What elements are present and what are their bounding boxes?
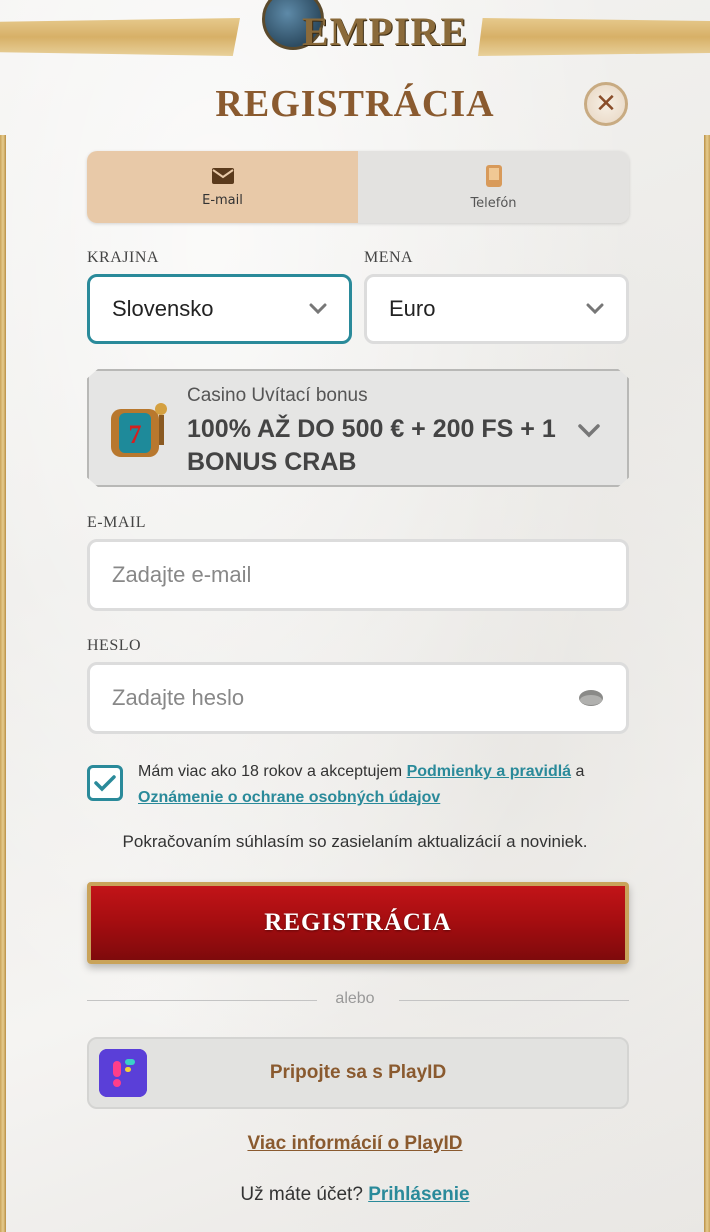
password-placeholder: Zadajte heslo — [112, 685, 245, 710]
svg-text:7: 7 — [129, 420, 142, 449]
envelope-icon — [211, 167, 234, 184]
email-label: E-MAIL — [87, 514, 146, 531]
divider-text: alebo — [335, 990, 375, 1007]
terms-text-part: Mám viac ako 18 rokov a akceptujem — [138, 763, 407, 780]
terms-text-part: a — [571, 763, 585, 780]
playid-label: Pripojte sa s PlayID — [269, 1062, 447, 1083]
login-link[interactable]: Prihlásenie — [368, 1184, 469, 1205]
password-field[interactable]: Zadajte heslo — [87, 662, 629, 734]
terms-link[interactable]: Podmienky a pravidlá — [407, 763, 572, 780]
email-placeholder: Zadajte e-mail — [112, 562, 252, 587]
chevron-down-icon — [586, 303, 604, 315]
bonus-title: 100% AŽ DO 500 € + 200 FS + 1 BONUS CRAB — [187, 415, 556, 476]
login-row: Už máte účet? Prihlásenie — [0, 1184, 710, 1206]
close-icon: ✕ — [595, 89, 617, 119]
country-label: KRAJINA — [87, 249, 159, 266]
tab-phone[interactable]: Telefón — [358, 151, 629, 223]
terms-checkbox[interactable] — [87, 765, 123, 801]
tab-email-label: E-mail — [202, 192, 243, 208]
playid-icon — [99, 1049, 147, 1097]
bonus-subtitle: Casino Uvítací bonus — [187, 385, 368, 406]
currency-value: Euro — [389, 296, 436, 321]
tab-email[interactable]: E-mail — [87, 151, 358, 223]
logo-text: EMPIRE — [302, 9, 468, 54]
eye-icon[interactable] — [578, 689, 604, 707]
consent-text: Pokračovaním súhlasím so zasielaním aktu… — [122, 832, 588, 851]
gold-banner-right — [478, 18, 710, 56]
gold-border-right — [704, 135, 710, 1232]
checkmark-icon — [94, 775, 116, 792]
brand-logo: EMPIRE — [262, 0, 467, 66]
slot-reel-icon: 7 — [111, 403, 167, 457]
privacy-link[interactable]: Oznámenie o ochrane osobných údajov — [138, 789, 440, 806]
chevron-down-icon — [309, 303, 327, 315]
playid-button[interactable]: Pripojte sa s PlayID — [87, 1037, 629, 1109]
chevron-down-icon — [578, 424, 600, 438]
tab-phone-label: Telefón — [470, 195, 517, 211]
playid-info-link[interactable]: Viac informácií o PlayID — [0, 1133, 710, 1155]
phone-icon — [485, 164, 502, 187]
divider-right — [399, 1000, 629, 1001]
currency-label: MENA — [364, 249, 414, 266]
country-value: Slovensko — [112, 296, 214, 321]
bonus-select[interactable]: 7 Casino Uvítací bonus 100% AŽ DO 500 € … — [87, 369, 629, 487]
register-button[interactable]: REGISTRÁCIA — [87, 882, 629, 964]
login-prompt: Už máte účet? — [240, 1184, 369, 1205]
gold-border-left — [0, 135, 6, 1232]
registration-method-tabs: E-mail Telefón — [87, 151, 629, 223]
close-button[interactable]: ✕ — [584, 82, 628, 126]
terms-text: Mám viac ako 18 rokov a akceptujem Podmi… — [138, 759, 630, 811]
gold-banner-left — [0, 18, 240, 56]
currency-select[interactable]: Euro — [364, 274, 629, 344]
email-field[interactable]: Zadajte e-mail — [87, 539, 629, 611]
country-select[interactable]: Slovensko — [87, 274, 352, 344]
password-label: HESLO — [87, 637, 142, 654]
